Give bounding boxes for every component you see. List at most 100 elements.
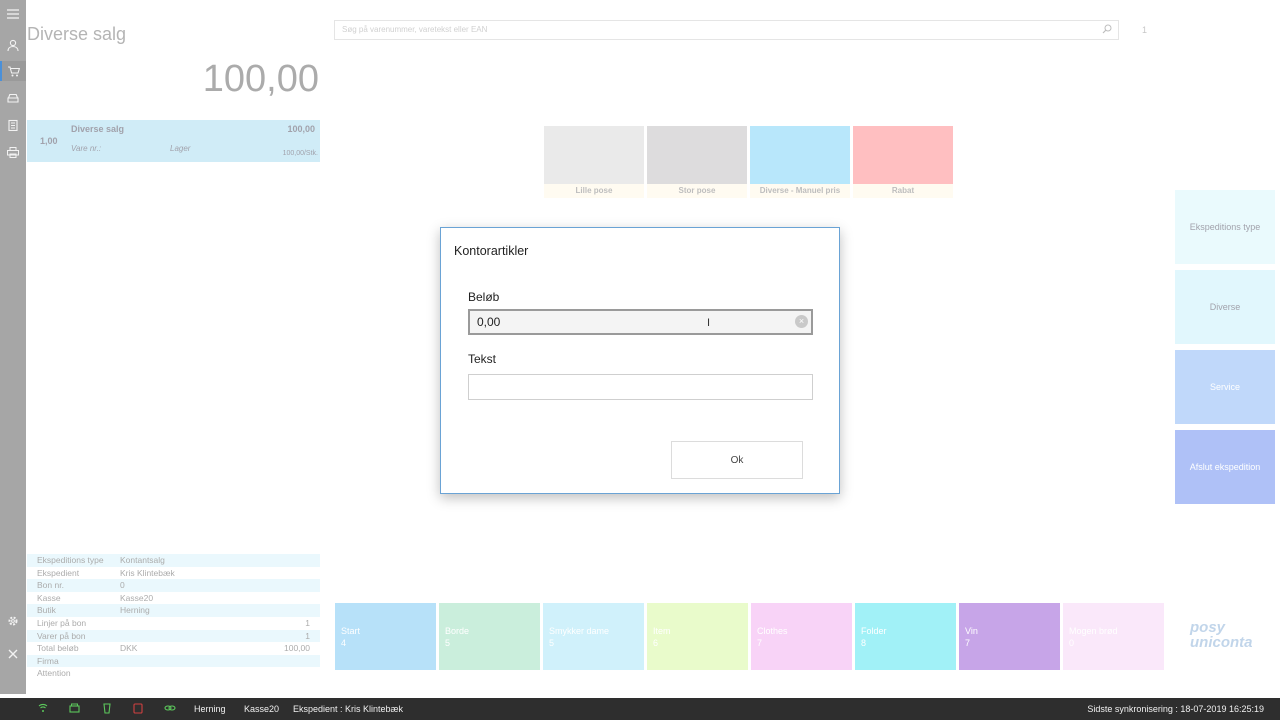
info-value: 0 <box>120 580 125 591</box>
cart-icon[interactable] <box>0 61 26 81</box>
info-row: Firma <box>27 654 320 668</box>
info-key: Bon nr. <box>37 580 64 591</box>
tile-count: 0 <box>1069 638 1075 648</box>
tile-name: Start <box>341 626 361 636</box>
text-cursor-icon: I <box>707 317 711 329</box>
info-key: Ekspeditions type <box>37 555 104 565</box>
line-unit-price: 100,00/Stk. <box>282 150 318 157</box>
posy-uniconta-logo: posy uniconta <box>1190 620 1253 650</box>
line-item-number-label: Vare nr.: <box>71 144 102 153</box>
info-row: Varer på bon 1 <box>27 629 320 643</box>
quickkey-swatch <box>750 126 850 184</box>
receipt-printer-icon <box>102 703 112 717</box>
quickkey-swatch <box>853 126 953 184</box>
card-terminal-icon <box>133 703 143 717</box>
info-key: Ekspedient <box>37 567 80 578</box>
tile-smykker-dame[interactable]: Smykker dame 5 <box>543 603 644 670</box>
clipboard-icon[interactable] <box>0 115 26 135</box>
menu-icon[interactable] <box>0 4 26 24</box>
ok-button[interactable]: Ok <box>671 441 803 479</box>
text-input[interactable] <box>468 374 813 400</box>
info-key: Kasse <box>37 592 61 603</box>
link-icon <box>164 703 176 716</box>
info-key: Firma <box>37 655 59 666</box>
quickkey-swatch <box>647 126 747 184</box>
status-clerk: Ekspedient : Kris Klintebæk <box>293 704 404 714</box>
status-bar: Herning Kasse20 Ekspedient : Kris Klinte… <box>0 698 1280 720</box>
tile-mogen-brod[interactable]: Mogen brød 0 <box>1063 603 1164 670</box>
tile-count: 8 <box>861 638 867 648</box>
line-price: 100,00 <box>287 124 315 134</box>
search-placeholder: Søg på varenummer, varetekst eller EAN <box>342 25 488 34</box>
search-icon[interactable] <box>1102 24 1112 37</box>
quickkey-stor-pose[interactable]: Stor pose <box>647 126 747 198</box>
status-sync: Sidste synkronisering : 18-07-2019 16:25… <box>1087 704 1264 714</box>
tile-name: Mogen brød <box>1069 626 1118 636</box>
afslut-ekspedition-button[interactable]: Afslut ekspedition <box>1175 430 1275 504</box>
tile-vin[interactable]: Vin 7 <box>959 603 1060 670</box>
sale-total: 100,00 <box>202 58 319 100</box>
diverse-button[interactable]: Diverse <box>1175 270 1275 344</box>
gear-icon[interactable] <box>0 611 26 631</box>
info-value: DKK <box>120 643 138 654</box>
quickkey-label: Diverse - Manuel pris <box>750 184 850 198</box>
info-number: 1 <box>305 617 310 628</box>
status-store: Herning <box>194 704 226 714</box>
info-number: 100,00 <box>284 643 310 654</box>
quickkey-lille-pose[interactable]: Lille pose <box>544 126 644 198</box>
user-icon[interactable] <box>0 35 26 55</box>
tile-count: 5 <box>549 638 555 648</box>
status-register: Kasse20 <box>244 704 280 714</box>
sale-info-table: Ekspeditions type Kontantsalg Ekspedient K… <box>27 554 320 680</box>
tile-name: Smykker dame <box>549 626 610 636</box>
sale-line[interactable]: 1,00 Diverse salg 100,00 Vare nr.: Lager… <box>27 120 320 162</box>
logo-line-1: posy <box>1190 619 1226 636</box>
quickkey-diverse-manuel-pris[interactable]: Diverse - Manuel pris <box>750 126 850 198</box>
wifi-icon <box>37 703 49 716</box>
info-number: 1 <box>305 630 310 641</box>
kontorartikler-dialog: Kontorartikler Beløb × I Tekst Ok <box>440 227 840 494</box>
info-value: Herning <box>120 605 150 616</box>
info-row: Ekspedient Kris Klintebæk <box>27 567 320 580</box>
tile-count: 6 <box>653 638 659 648</box>
info-key: Total beløb <box>37 643 79 654</box>
printer-icon[interactable] <box>0 142 26 162</box>
service-button[interactable]: Service <box>1175 350 1275 424</box>
tile-name: Clothes <box>757 626 788 636</box>
clear-input-icon[interactable]: × <box>795 315 808 328</box>
info-row: Bon nr. 0 <box>27 579 320 592</box>
tile-name: Vin <box>965 626 978 636</box>
sale-title: Diverse salg <box>27 24 127 44</box>
car-icon[interactable] <box>0 88 26 108</box>
tile-count: 7 <box>757 638 763 648</box>
amount-input[interactable] <box>468 309 813 335</box>
tile-count: 4 <box>341 638 347 648</box>
quickkey-label: Stor pose <box>647 184 747 198</box>
info-value: Kontantsalg <box>120 555 165 565</box>
info-row: Butik Herning <box>27 604 320 617</box>
tile-folder[interactable]: Folder 8 <box>855 603 956 670</box>
line-stock-label: Lager <box>170 144 191 153</box>
tile-name: Folder <box>861 626 887 636</box>
tile-borde[interactable]: Borde 5 <box>439 603 540 670</box>
tile-name: Borde <box>445 626 470 636</box>
dialog-title: Kontorartikler <box>454 244 529 258</box>
ekspeditions-type-button[interactable]: Ekspeditions type <box>1175 190 1275 264</box>
quickkey-rabat[interactable]: Rabat <box>853 126 953 198</box>
cash-drawer-icon <box>69 703 80 716</box>
info-row: Total beløb DKK 100,00 <box>27 642 320 655</box>
amount-label: Beløb <box>468 290 500 304</box>
close-icon[interactable] <box>0 644 26 664</box>
tile-start[interactable]: Start 4 <box>335 603 436 670</box>
line-qty: 1,00 <box>40 136 58 146</box>
search-input[interactable]: Søg på varenummer, varetekst eller EAN <box>334 20 1119 40</box>
quickkey-swatch <box>544 126 644 184</box>
page-indicator: 1 <box>1142 25 1148 35</box>
info-key: Butik <box>37 605 56 616</box>
info-row: Attention <box>27 667 320 680</box>
tile-name: Item <box>653 626 671 636</box>
quickkey-label: Lille pose <box>544 184 644 198</box>
tile-clothes[interactable]: Clothes 7 <box>751 603 852 670</box>
tile-item[interactable]: Item 6 <box>647 603 748 670</box>
line-name: Diverse salg <box>71 124 125 134</box>
